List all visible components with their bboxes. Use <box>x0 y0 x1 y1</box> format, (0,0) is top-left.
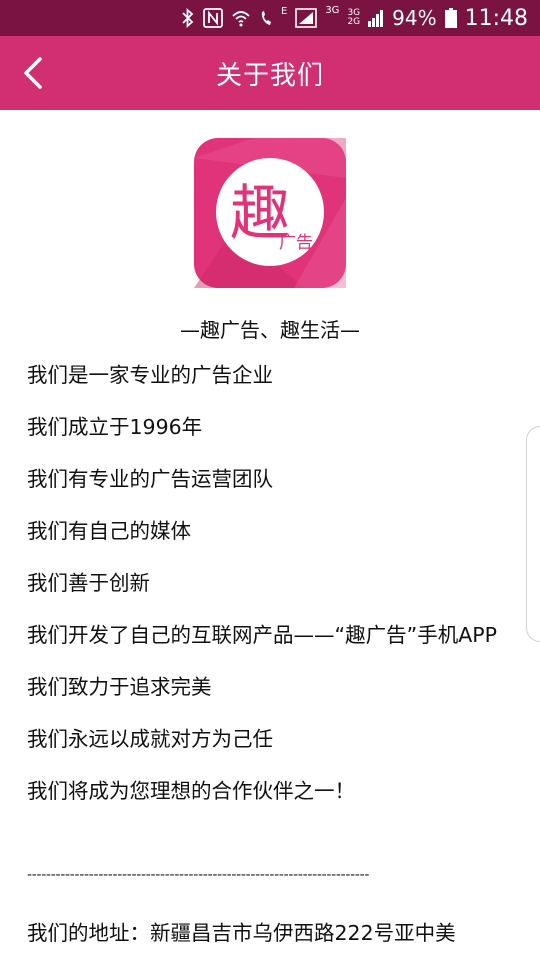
about-line: 我们是一家专业的广告企业 <box>27 363 273 387</box>
battery-icon <box>444 6 457 30</box>
nfc-icon <box>203 6 223 30</box>
about-line: 我们有专业的广告运营团队 <box>27 467 273 491</box>
signal-bars-icon <box>368 6 384 30</box>
wifi-call-icon <box>231 6 251 30</box>
about-line: 我们致力于追求完美 <box>27 675 212 699</box>
app-logo: 趣 广告 <box>194 138 346 288</box>
edge-panel-handle[interactable] <box>526 426 540 642</box>
page-title: 关于我们 <box>215 60 324 91</box>
address: 我们的地址：新疆昌吉市乌伊西路222号亚中美 <box>27 921 456 945</box>
signal-icon <box>295 6 318 30</box>
network-3g-2g-stack: 3G 2G <box>347 6 360 30</box>
about-content: 趣 广告 —趣广告、趣生活— 我们是一家专业的广告企业 我们成立于1996年 我… <box>0 110 540 960</box>
about-line: 我们有自己的媒体 <box>27 519 191 543</box>
status-bar: E 3G 3G 2G 94% 11:48 <box>0 0 540 36</box>
net-2g-bottom: 2G <box>347 17 361 27</box>
logo-sub-text: 广告 <box>279 233 313 253</box>
about-line: 我们开发了自己的互联网产品——“趣广告”手机APP <box>27 623 497 647</box>
about-line: 我们善于创新 <box>27 571 150 595</box>
battery-percent: 94% <box>392 6 437 30</box>
about-lines: 我们是一家专业的广告企业 我们成立于1996年 我们有专业的广告运营团队 我们有… <box>27 361 507 829</box>
about-line: 我们将成为您理想的合作伙伴之一！ <box>27 779 355 803</box>
app-bar: 关于我们 <box>0 36 540 110</box>
clock: 11:48 <box>464 5 528 31</box>
about-line: 我们成立于1996年 <box>27 415 203 439</box>
network-e-label: E <box>280 6 288 17</box>
network-3g-label: 3G <box>325 5 340 16</box>
divider: ----------------------------------------… <box>27 867 370 883</box>
call-icon <box>259 6 273 30</box>
about-line: 我们永远以成就对方为己任 <box>27 727 273 751</box>
bluetooth-icon <box>181 6 195 30</box>
slogan: —趣广告、趣生活— <box>180 318 360 342</box>
status-icons: E 3G 3G 2G 94% 11:48 <box>181 0 528 36</box>
